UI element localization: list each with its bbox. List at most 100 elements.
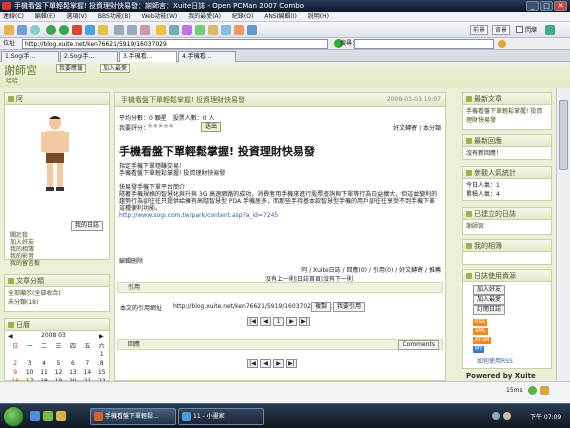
calendar-day[interactable]: 3 — [22, 359, 36, 368]
calendar-day[interactable]: 1 — [95, 350, 109, 359]
calendar-day[interactable]: 14 — [80, 368, 94, 377]
reconnect-icon[interactable] — [30, 25, 40, 35]
article-actions[interactable]: 好文轉寄 | 本分類 — [393, 123, 441, 132]
address-input[interactable] — [22, 39, 328, 49]
calendar-day[interactable]: 11 — [37, 368, 51, 377]
ansi-icon[interactable] — [169, 25, 179, 35]
my-album-link[interactable]: 我的相簿 — [10, 246, 40, 253]
article-header-title[interactable]: 手機看盤下單輕鬆掌握! 投資理財快易發 — [121, 95, 245, 105]
lock-icon[interactable] — [208, 25, 218, 35]
emoticon-icon[interactable] — [182, 25, 192, 35]
tab-1[interactable]: 1.Sogi手... — [1, 51, 59, 62]
menu-web[interactable]: Web功能(W) — [142, 13, 178, 20]
paste-icon[interactable] — [127, 25, 137, 35]
calendar-day[interactable]: 12 — [51, 368, 65, 377]
rss-badge[interactable]: RSS — [473, 319, 487, 326]
latest-post-link[interactable]: 手機看盤下單輕鬆掌握! 投資理財快易發 — [466, 107, 548, 125]
calendar-day[interactable]: 13 — [66, 368, 80, 377]
reply-first-page-icon[interactable]: |◀ — [247, 359, 258, 368]
my-guestbook-link[interactable]: 我的留言板 — [10, 260, 40, 267]
quick-connect-icon[interactable] — [17, 25, 27, 35]
reply-last-page-icon[interactable]: ▶| — [286, 359, 297, 368]
comments-button[interactable]: Comments — [398, 340, 439, 350]
menu-ansi[interactable]: ANSI編輯(I) — [264, 13, 297, 20]
resource-subscribe[interactable]: 訂閱日誌 — [473, 305, 506, 315]
start-button[interactable] — [3, 406, 24, 427]
calendar-day[interactable]: 10 — [22, 368, 36, 377]
download-icon[interactable] — [195, 25, 205, 35]
menu-connect[interactable]: 連線(C) — [3, 13, 24, 20]
prev-page-icon[interactable]: ◀ — [260, 317, 271, 326]
add-favorite-button[interactable]: 加入最愛 — [100, 64, 131, 73]
close-button[interactable]: ✕ — [554, 1, 567, 11]
tab-4[interactable]: 4.手機看... — [178, 51, 236, 62]
atom-badge[interactable]: ATOM — [473, 337, 492, 344]
my-trackback-button[interactable]: 我要引用 — [333, 302, 366, 312]
search-input[interactable] — [354, 39, 494, 49]
calendar-day[interactable]: 2 — [8, 359, 22, 368]
favorites-icon[interactable] — [156, 25, 166, 35]
calendar-day[interactable]: 4 — [37, 359, 51, 368]
my-blog-button[interactable]: 我的日誌 — [71, 221, 104, 231]
tab-3[interactable]: 3.手機看... — [119, 51, 177, 62]
window-icon[interactable] — [221, 25, 231, 35]
article-footer[interactable]: 阿 / Xuite日誌 / 回應(0) / 引用(0) / 好文轉寄 / 推薦 — [301, 265, 441, 274]
maximize-button[interactable]: □ — [540, 1, 553, 11]
home-icon[interactable] — [98, 25, 108, 35]
prev-month-icon[interactable]: ◀ — [8, 333, 16, 340]
view-icon[interactable] — [234, 25, 244, 35]
category-show-all[interactable]: 全部顯示(全部收合) — [8, 289, 106, 298]
resource-add-friend[interactable]: 加入好友 — [473, 285, 506, 295]
my-video-link[interactable]: 我的影音 — [10, 253, 40, 260]
back-icon[interactable] — [46, 25, 56, 35]
color-icon[interactable] — [545, 25, 555, 35]
quicklaunch-desktop-icon[interactable] — [30, 411, 40, 421]
menu-history[interactable]: 紀錄(O) — [232, 13, 253, 20]
calendar-day[interactable]: 6 — [66, 359, 80, 368]
xml-badge[interactable]: XML — [473, 328, 488, 335]
how-to-rss-link[interactable]: 如何使用RSS — [477, 356, 513, 365]
resource-add-favorite[interactable]: 加入最愛 — [473, 295, 506, 305]
forward-icon[interactable] — [59, 25, 69, 35]
calendar-day[interactable]: 9 — [8, 368, 22, 377]
tab-2[interactable]: 2.Sogi手... — [60, 51, 118, 62]
help-icon[interactable] — [247, 25, 257, 35]
reply-next-page-icon[interactable]: ▶ — [273, 359, 284, 368]
quicklaunch-folder-icon[interactable] — [56, 411, 66, 421]
calendar-day[interactable]: 15 — [95, 368, 109, 377]
reply-prev-page-icon[interactable]: ◀ — [260, 359, 271, 368]
menu-bbs[interactable]: BBS功能(B) — [98, 13, 131, 20]
article-link[interactable]: http://www.sogi.com.tw/park/content.asp?… — [119, 212, 441, 219]
minimize-button[interactable]: _ — [526, 1, 539, 11]
background-button[interactable]: 背景 — [492, 25, 511, 35]
vertical-scrollbar[interactable] — [556, 88, 570, 381]
support-button[interactable]: 我要應援 — [56, 64, 87, 73]
tray-network-icon[interactable] — [492, 412, 500, 420]
refresh-icon[interactable] — [85, 25, 95, 35]
scrollbar-thumb[interactable] — [559, 100, 568, 170]
taskbar-item-pcman[interactable]: 手機看盤下單輕鬆... — [90, 408, 176, 425]
last-page-icon[interactable]: ▶| — [299, 317, 310, 326]
menu-favorites[interactable]: 我的最愛(A) — [188, 13, 221, 20]
next-month-icon[interactable]: ▶ — [99, 333, 107, 340]
menu-edit[interactable]: 編輯(E) — [35, 13, 55, 20]
about-me-link[interactable]: 關於我 — [10, 232, 40, 239]
taskbar-item-paint[interactable]: 11 - 小畫家 — [178, 408, 264, 425]
submit-rating-button[interactable]: 送出 — [201, 122, 222, 132]
add-friend-link[interactable]: 加入好友 — [10, 239, 40, 246]
menu-help[interactable]: 說明(H) — [308, 13, 329, 20]
copy-icon[interactable] — [114, 25, 124, 35]
first-page-icon[interactable]: |◀ — [247, 317, 258, 326]
built-blog-link[interactable]: 謝師宮 — [466, 222, 548, 231]
star-rating-input[interactable]: ★★★★★ — [147, 122, 174, 130]
calendar-day[interactable]: 8 — [95, 359, 109, 368]
settings-icon[interactable] — [140, 25, 150, 35]
category-uncategorized[interactable]: 未分類(18) — [8, 298, 106, 307]
quicklaunch-ie-icon[interactable] — [43, 411, 53, 421]
calendar-day[interactable]: 7 — [80, 359, 94, 368]
menu-options[interactable]: 選項(V) — [66, 13, 87, 20]
foreground-button[interactable]: 前景 — [470, 25, 489, 35]
tray-clock[interactable]: 下午 07:09 — [530, 412, 561, 421]
my-yahoo-badge[interactable]: MY — [473, 346, 485, 353]
new-connection-icon[interactable] — [4, 25, 14, 35]
